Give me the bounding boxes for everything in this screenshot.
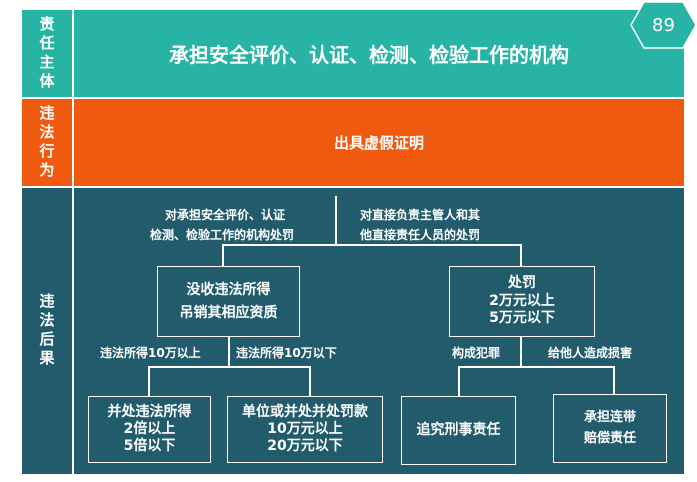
connector bbox=[148, 366, 310, 368]
multiple-fine-box: 并处违法所得 2倍以上 5倍以下 bbox=[88, 396, 211, 463]
subject-text: 承担安全评价、认证、检测、检验工作的机构 bbox=[169, 43, 569, 67]
label-consequence: 违法后果 bbox=[22, 188, 72, 474]
confiscate-line2: 吊销其相应资质 bbox=[179, 304, 278, 321]
confiscate-box: 没收违法所得 吊销其相应资质 bbox=[157, 266, 300, 337]
connector bbox=[309, 366, 311, 396]
joint-liability-box: 承担连带 赔偿责任 bbox=[553, 394, 667, 463]
fine-line1: 处罚 bbox=[508, 275, 536, 292]
joint-line2: 赔偿责任 bbox=[583, 430, 636, 446]
criminal-box: 追究刑事责任 bbox=[401, 396, 516, 465]
fine-line3: 5万元以下 bbox=[489, 310, 555, 327]
connector bbox=[520, 244, 522, 266]
joint-line1: 承担连带 bbox=[583, 409, 636, 425]
connector bbox=[148, 366, 150, 396]
branch-damage: 给他人造成损害 bbox=[548, 346, 633, 360]
branch-over-10w: 违法所得10万以上 bbox=[100, 346, 201, 360]
branch-person-line1: 对直接负责主管人和其 bbox=[360, 208, 481, 222]
fine-box: 处罚 2万元以上 5万元以下 bbox=[449, 266, 595, 337]
connector bbox=[228, 337, 230, 366]
connector bbox=[222, 244, 224, 266]
branch-under-10w: 违法所得10万以下 bbox=[236, 346, 337, 360]
behavior-band: 出具虚假证明 bbox=[74, 99, 684, 186]
confiscate-line1: 没收违法所得 bbox=[186, 281, 271, 298]
criminal-text: 追究刑事责任 bbox=[416, 422, 501, 439]
connector bbox=[458, 366, 614, 368]
page-number: 89 bbox=[652, 14, 675, 36]
multiple-line1: 并处违法所得 bbox=[107, 404, 192, 421]
connector bbox=[335, 196, 337, 244]
unit-line1: 单位或并处并处罚款 bbox=[242, 404, 368, 421]
subject-band: 承担安全评价、认证、检测、检验工作的机构 bbox=[74, 10, 684, 97]
label-subject: 责任主体 bbox=[22, 10, 72, 97]
fine-line2: 2万元以上 bbox=[489, 292, 555, 309]
multiple-line3: 5倍以下 bbox=[123, 437, 176, 454]
branch-crime: 构成犯罪 bbox=[452, 346, 501, 360]
branch-org-line1: 对承担安全评价、认证 bbox=[165, 208, 286, 222]
unit-line3: 20万元以下 bbox=[267, 437, 343, 454]
label-behavior: 违法行为 bbox=[22, 99, 72, 186]
connector bbox=[520, 337, 522, 366]
connector bbox=[458, 366, 460, 396]
branch-org-line2: 检测、检验工作的机构处罚 bbox=[150, 228, 295, 242]
unit-fine-box: 单位或并处并处罚款 10万元以上 20万元以下 bbox=[227, 396, 383, 463]
multiple-line2: 2倍以上 bbox=[123, 421, 176, 438]
branch-person-line2: 他直接责任人员的处罚 bbox=[360, 228, 481, 242]
behavior-text: 出具虚假证明 bbox=[333, 134, 424, 152]
connector bbox=[613, 366, 615, 394]
unit-line2: 10万元以上 bbox=[267, 421, 343, 438]
connector bbox=[222, 244, 520, 246]
